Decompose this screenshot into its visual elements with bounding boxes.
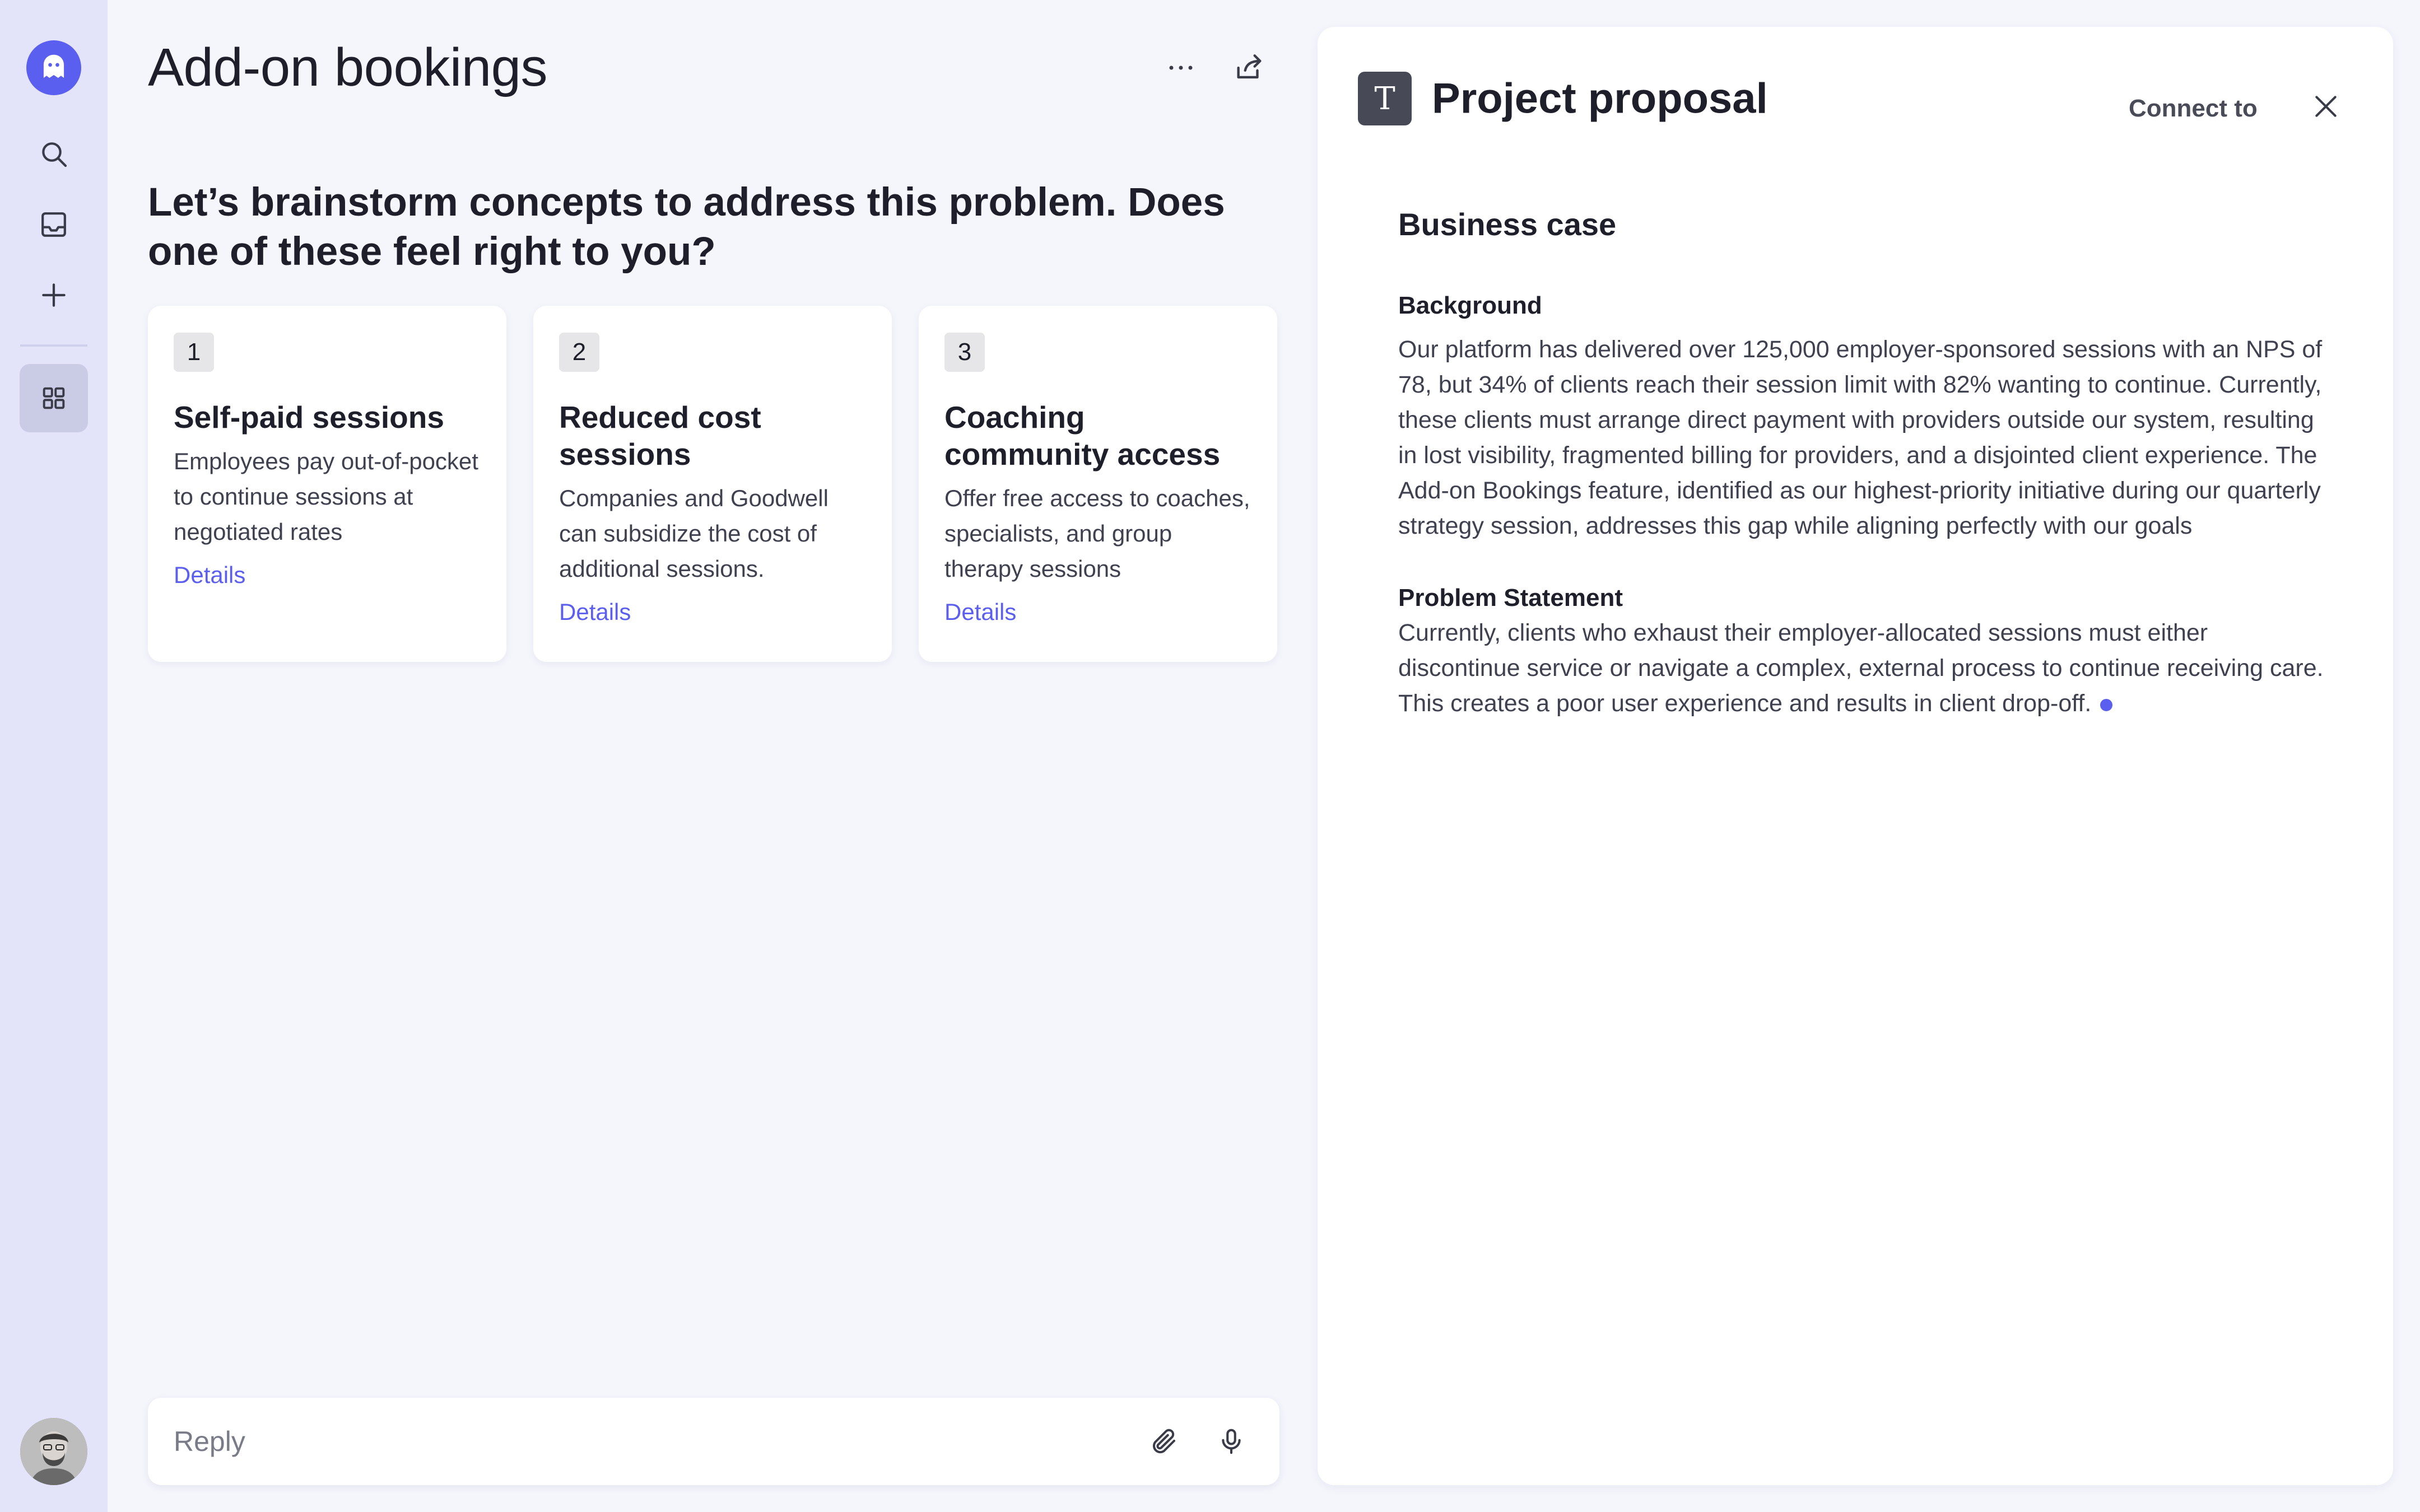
card-description: Offer free access to coaches, specialist… xyxy=(944,485,1250,582)
card-description: Companies and Goodwell can subsidize the… xyxy=(559,485,829,582)
close-icon xyxy=(2315,96,2337,117)
microphone-icon xyxy=(1222,1429,1241,1454)
avatar[interactable] xyxy=(20,1418,87,1485)
card-number: 2 xyxy=(559,333,599,372)
close-panel-button[interactable] xyxy=(2308,88,2344,124)
document-title: Project proposal xyxy=(1432,74,1768,123)
card-details-link[interactable]: Details xyxy=(944,599,1016,626)
document-body: Business case Background Our platform ha… xyxy=(1398,206,2328,721)
chat-area: Add-on bookings Let’s brainstorm concept… xyxy=(108,0,1284,1512)
paperclip-icon xyxy=(1153,1429,1176,1454)
sidebar-divider xyxy=(20,344,87,347)
more-options-button[interactable] xyxy=(1161,45,1201,91)
document-type-icon: T xyxy=(1358,72,1412,125)
card-title: Self-paid sessions xyxy=(174,400,444,435)
ghost-logo-icon[interactable] xyxy=(26,40,81,95)
concept-card[interactable]: 2 Reduced cost sessions Companies and Go… xyxy=(533,306,892,662)
concept-card[interactable]: 1 Self-paid sessions Employees pay out-o… xyxy=(148,306,506,662)
reply-input[interactable] xyxy=(174,1425,1119,1458)
section-body: Currently, clients who exhaust their emp… xyxy=(1398,615,2328,721)
card-description: Employees pay out-of-pocket to continue … xyxy=(174,448,478,545)
card-details-link[interactable]: Details xyxy=(559,599,631,626)
top-actions xyxy=(1161,45,1269,91)
attach-button[interactable] xyxy=(1142,1419,1186,1464)
card-details-link[interactable]: Details xyxy=(174,562,245,589)
more-icon xyxy=(1169,66,1193,70)
section-title: Background xyxy=(1398,292,1542,319)
concept-cards: 1 Self-paid sessions Employees pay out-o… xyxy=(148,306,1277,662)
card-title: Coaching community access xyxy=(944,400,1221,472)
document-panel: T Project proposal Connect to Business c… xyxy=(1318,27,2393,1485)
card-number: 1 xyxy=(174,333,214,372)
typing-indicator xyxy=(2100,698,2113,711)
card-title: Reduced cost sessions xyxy=(559,400,761,472)
reply-box xyxy=(148,1398,1279,1485)
microphone-button[interactable] xyxy=(1209,1419,1254,1464)
connect-to-button[interactable]: Connect to xyxy=(2129,95,2258,123)
section-title: Problem Statement xyxy=(1398,584,1623,612)
search-icon[interactable] xyxy=(26,127,81,181)
sidebar xyxy=(0,0,108,1512)
page-title: Add-on bookings xyxy=(148,38,548,97)
grid-icon[interactable] xyxy=(20,364,88,432)
plus-icon[interactable] xyxy=(26,268,81,323)
share-button[interactable] xyxy=(1229,45,1269,91)
concept-card[interactable]: 3 Coaching community access Offer free a… xyxy=(919,306,1277,662)
section-body: Our platform has delivered over 125,000 … xyxy=(1398,336,2323,539)
card-number: 3 xyxy=(944,333,985,372)
document-heading: Business case xyxy=(1398,207,1617,242)
inbox-icon[interactable] xyxy=(26,197,81,252)
share-icon xyxy=(1237,54,1262,79)
section-body-text: Currently, clients who exhaust their emp… xyxy=(1398,619,2324,717)
assistant-question: Let’s brainstorm concepts to address thi… xyxy=(148,180,1225,274)
